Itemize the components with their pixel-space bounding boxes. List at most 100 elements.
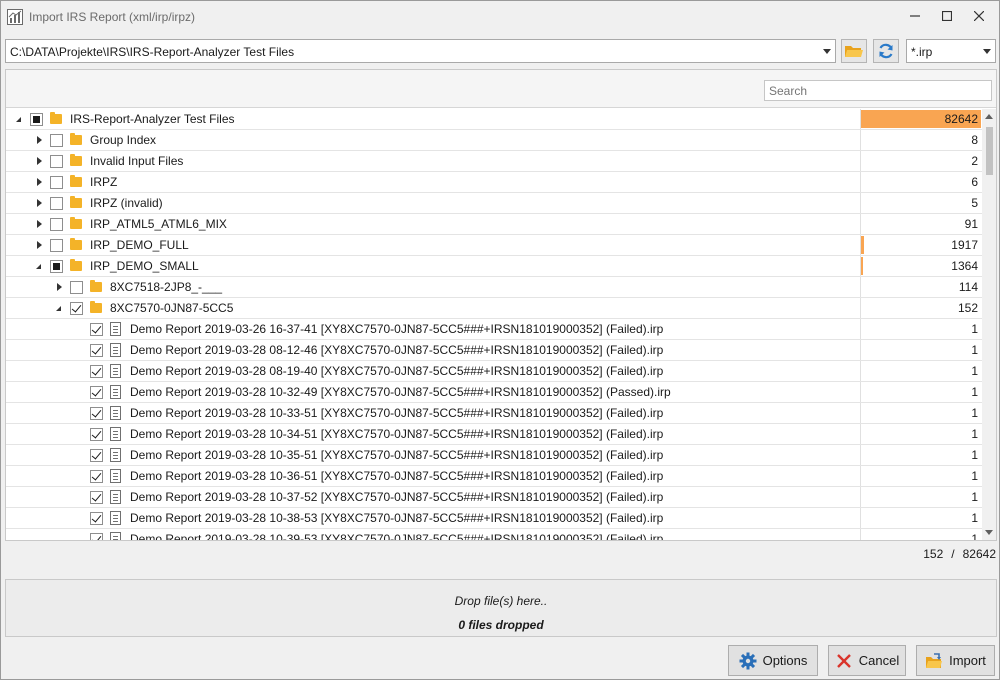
file-row[interactable]: Demo Report 2019-03-28 08-12-46 [XY8XC75…: [6, 340, 982, 361]
chevron-down-icon[interactable]: [983, 49, 991, 54]
row-checkbox[interactable]: [50, 197, 63, 210]
expand-right-icon[interactable]: [37, 241, 42, 249]
count-bar: [861, 257, 863, 275]
file-row[interactable]: Demo Report 2019-03-28 10-35-51 [XY8XC75…: [6, 445, 982, 466]
name-cell: IRP_DEMO_FULL: [6, 235, 860, 255]
minimize-button[interactable]: [899, 1, 931, 31]
folder-row[interactable]: Group Index 8: [6, 130, 982, 151]
row-checkbox[interactable]: [70, 302, 83, 315]
import-label: Import: [949, 653, 986, 668]
name-cell: Demo Report 2019-03-28 10-34-51 [XY8XC75…: [6, 424, 860, 444]
expand-right-icon[interactable]: [37, 136, 42, 144]
count-cell: 82642: [860, 109, 982, 129]
cancel-button[interactable]: Cancel: [828, 645, 906, 676]
row-checkbox[interactable]: [90, 470, 103, 483]
close-window-button[interactable]: [963, 1, 995, 31]
refresh-button[interactable]: [873, 39, 899, 63]
row-checkbox[interactable]: [30, 113, 43, 126]
expand-right-icon[interactable]: [37, 220, 42, 228]
folder-row[interactable]: IRPZ (invalid) 5: [6, 193, 982, 214]
folder-row[interactable]: IRP_DEMO_SMALL 1364: [6, 256, 982, 277]
row-checkbox[interactable]: [90, 344, 103, 357]
file-row[interactable]: Demo Report 2019-03-28 10-32-49 [XY8XC75…: [6, 382, 982, 403]
file-row[interactable]: Demo Report 2019-03-28 10-33-51 [XY8XC75…: [6, 403, 982, 424]
row-checkbox[interactable]: [50, 176, 63, 189]
row-checkbox[interactable]: [50, 155, 63, 168]
row-checkbox[interactable]: [90, 428, 103, 441]
vertical-scrollbar[interactable]: [982, 109, 996, 540]
count-cell: 1: [860, 466, 982, 486]
count-cell: 1: [860, 529, 982, 540]
file-row[interactable]: Demo Report 2019-03-28 08-19-40 [XY8XC75…: [6, 361, 982, 382]
count-cell: 1: [860, 508, 982, 528]
file-filter-combobox[interactable]: *.irp: [906, 39, 996, 63]
expand-down-icon[interactable]: [56, 306, 61, 311]
maximize-button[interactable]: [931, 1, 963, 31]
row-count: 1: [971, 343, 978, 357]
expand-down-icon[interactable]: [36, 264, 41, 269]
import-button[interactable]: Import: [916, 645, 995, 676]
row-checkbox[interactable]: [90, 323, 103, 336]
row-count: 1: [971, 490, 978, 504]
row-checkbox[interactable]: [50, 239, 63, 252]
count-cell: 1: [860, 403, 982, 423]
folder-row[interactable]: IRP_ATML5_ATML6_MIX 91: [6, 214, 982, 235]
expand-right-icon[interactable]: [37, 178, 42, 186]
row-checkbox[interactable]: [50, 218, 63, 231]
drop-zone[interactable]: Drop file(s) here.. 0 files dropped: [5, 579, 997, 637]
file-row[interactable]: Demo Report 2019-03-26 16-37-41 [XY8XC75…: [6, 319, 982, 340]
folder-row[interactable]: Invalid Input Files 2: [6, 151, 982, 172]
row-checkbox[interactable]: [70, 281, 83, 294]
count-cell: 1364: [860, 256, 982, 276]
row-label: Group Index: [90, 133, 157, 147]
row-label: IRPZ: [90, 175, 118, 189]
folder-row[interactable]: IRP_DEMO_FULL 1917: [6, 235, 982, 256]
count-cell: 5: [860, 193, 982, 213]
name-cell: IRP_ATML5_ATML6_MIX: [6, 214, 860, 234]
folder-row[interactable]: 8XC7570-0JN87-5CC5 152: [6, 298, 982, 319]
name-cell: IRP_DEMO_SMALL: [6, 256, 860, 276]
scroll-down-icon[interactable]: [985, 530, 993, 535]
file-row[interactable]: Demo Report 2019-03-28 10-34-51 [XY8XC75…: [6, 424, 982, 445]
row-checkbox[interactable]: [90, 449, 103, 462]
expand-down-icon[interactable]: [16, 117, 21, 122]
count-cell: 1: [860, 340, 982, 360]
options-button[interactable]: Options: [728, 645, 818, 676]
file-icon: [110, 469, 121, 483]
row-checkbox[interactable]: [50, 260, 63, 273]
count-cell: 6: [860, 172, 982, 192]
expand-right-icon[interactable]: [37, 199, 42, 207]
folder-row[interactable]: 8XC7518-2JP8_-___ 114: [6, 277, 982, 298]
folder-row[interactable]: IRPZ 6: [6, 172, 982, 193]
folder-icon: [70, 133, 82, 145]
expand-right-icon[interactable]: [37, 157, 42, 165]
name-cell: Demo Report 2019-03-28 10-36-51 [XY8XC75…: [6, 466, 860, 486]
scroll-thumb[interactable]: [986, 127, 993, 175]
window-title: Import IRS Report (xml/irp/irpz): [29, 10, 196, 24]
chevron-down-icon[interactable]: [823, 49, 831, 54]
file-row[interactable]: Demo Report 2019-03-28 10-39-53 [XY8XC75…: [6, 529, 982, 540]
path-combobox[interactable]: C:\DATA\Projekte\IRS\IRS-Report-Analyzer…: [5, 39, 836, 63]
file-row[interactable]: Demo Report 2019-03-28 10-36-51 [XY8XC75…: [6, 466, 982, 487]
row-checkbox[interactable]: [50, 134, 63, 147]
selected-count: 152: [923, 547, 944, 561]
file-row[interactable]: Demo Report 2019-03-28 10-37-52 [XY8XC75…: [6, 487, 982, 508]
browse-folder-button[interactable]: [841, 39, 867, 63]
row-checkbox[interactable]: [90, 491, 103, 504]
row-checkbox[interactable]: [90, 386, 103, 399]
drop-hint: Drop file(s) here..: [454, 594, 548, 608]
row-checkbox[interactable]: [90, 407, 103, 420]
count-cell: 8: [860, 130, 982, 150]
row-checkbox[interactable]: [90, 512, 103, 525]
scroll-up-icon[interactable]: [985, 114, 993, 119]
row-label: Demo Report 2019-03-26 16-37-41 [XY8XC75…: [130, 322, 664, 336]
row-checkbox[interactable]: [90, 365, 103, 378]
file-row[interactable]: Demo Report 2019-03-28 10-38-53 [XY8XC75…: [6, 508, 982, 529]
folder-row[interactable]: IRS-Report-Analyzer Test Files 82642: [6, 109, 982, 130]
expand-right-icon[interactable]: [57, 283, 62, 291]
name-cell: Demo Report 2019-03-26 16-37-41 [XY8XC75…: [6, 319, 860, 339]
title-bar: Import IRS Report (xml/irp/irpz): [1, 1, 999, 33]
row-checkbox[interactable]: [90, 533, 103, 540]
search-input[interactable]: [764, 80, 992, 101]
row-label: Demo Report 2019-03-28 08-12-46 [XY8XC75…: [130, 343, 664, 357]
